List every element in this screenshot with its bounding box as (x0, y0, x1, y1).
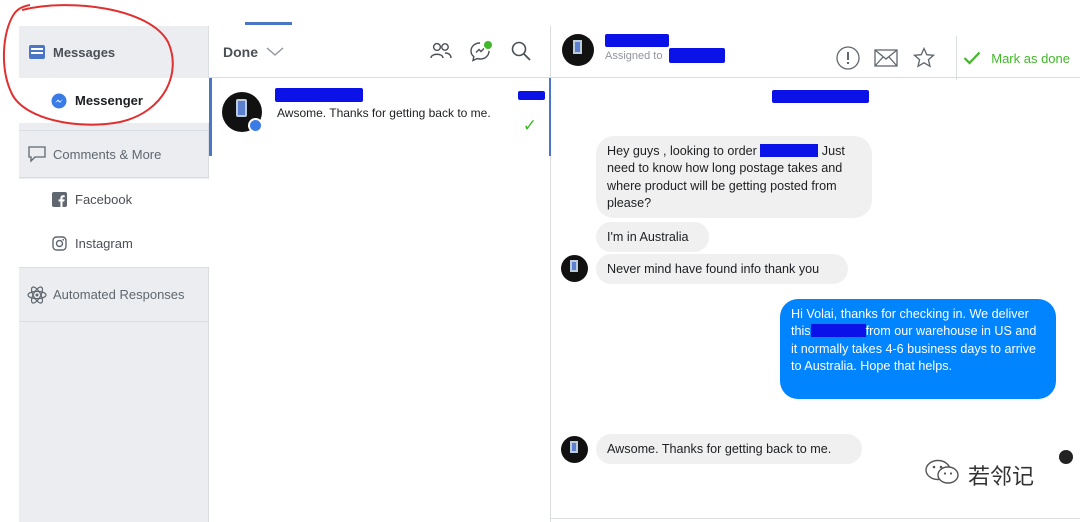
filter-dropdown-label[interactable]: Done (223, 44, 258, 60)
list-header: Done (209, 26, 551, 78)
star-icon[interactable] (910, 44, 938, 72)
sidebar-item-label: Automated Responses (53, 287, 185, 302)
conversation-row[interactable]: Awsome. Thanks for getting back to me. ✓ (209, 78, 551, 156)
messenger-icon (49, 91, 69, 111)
chat-panel: Assigned to Mark as done Hey guys , look… (551, 26, 1080, 522)
redacted-contact-name (605, 34, 669, 47)
redacted-date-header (772, 90, 869, 103)
mark-as-done-label: Mark as done (991, 50, 1070, 66)
avatar (561, 436, 588, 463)
top-bar (0, 0, 1080, 26)
seen-avatar-icon (1059, 450, 1073, 464)
atom-icon (27, 285, 47, 305)
sidebar-item-automated-responses[interactable]: Automated Responses (19, 267, 209, 322)
conversation-list: Done Awsome. Thanks for getting back to … (209, 26, 551, 522)
divider (956, 36, 958, 80)
alert-icon[interactable] (834, 44, 862, 72)
avatar (562, 34, 594, 66)
done-check-icon: ✓ (522, 116, 537, 135)
message-bubble-incoming: I'm in Australia (596, 222, 709, 252)
sidebar-item-label: Messages (53, 44, 116, 60)
sidebar-item-label: Messenger (75, 93, 143, 108)
instagram-icon (49, 233, 69, 253)
search-icon[interactable] (509, 38, 533, 64)
message-bubble-incoming: Never mind have found info thank you (596, 254, 848, 284)
avatar (561, 255, 588, 282)
divider (551, 518, 1080, 519)
message-bubble-incoming: Hey guys , looking to order Just need to… (596, 136, 872, 218)
watermark: 若邻记 (924, 458, 1034, 492)
page: Messages Messenger Comments & More Faceb… (0, 0, 1080, 522)
active-tab-indicator (245, 22, 292, 25)
inbox-icon (27, 42, 47, 62)
chat-status-icon[interactable] (469, 38, 493, 64)
redacted-timestamp (518, 91, 545, 100)
sidebar-item-messenger[interactable]: Messenger (19, 78, 209, 123)
assigned-label: Assigned to (605, 50, 663, 62)
sidebar-item-facebook[interactable]: Facebook (19, 179, 209, 219)
check-icon (963, 51, 981, 65)
people-icon[interactable] (429, 38, 453, 64)
message-bubble-incoming: Awsome. Thanks for getting back to me. (596, 434, 862, 464)
sidebar: Messages Messenger Comments & More Faceb… (19, 26, 209, 522)
redacted-assignee[interactable] (669, 48, 725, 63)
wechat-icon (924, 458, 960, 492)
mark-as-done-button[interactable]: Mark as done (963, 51, 1080, 66)
sidebar-item-label: Instagram (75, 235, 133, 251)
sidebar-item-label: Comments & More (53, 146, 162, 162)
sidebar-item-instagram[interactable]: Instagram (19, 219, 209, 267)
watermark-text: 若邻记 (968, 464, 1035, 489)
chevron-down-icon[interactable] (266, 46, 284, 57)
comment-icon (27, 144, 47, 164)
chat-header: Assigned to Mark as done (551, 26, 1080, 80)
redacted-product (760, 144, 819, 157)
message-snippet: Awsome. Thanks for getting back to me. (277, 106, 491, 120)
messenger-badge-icon (248, 118, 263, 133)
facebook-icon (49, 189, 69, 209)
redacted-product (810, 324, 866, 338)
redacted-name (275, 88, 363, 102)
sidebar-item-label: Facebook (75, 191, 133, 207)
mail-icon[interactable] (872, 44, 900, 72)
message-bubble-outgoing: Hi Volai, thanks for checking in. We del… (780, 299, 1056, 399)
sidebar-item-messages[interactable]: Messages (19, 26, 209, 78)
sidebar-item-comments[interactable]: Comments & More (19, 130, 209, 178)
